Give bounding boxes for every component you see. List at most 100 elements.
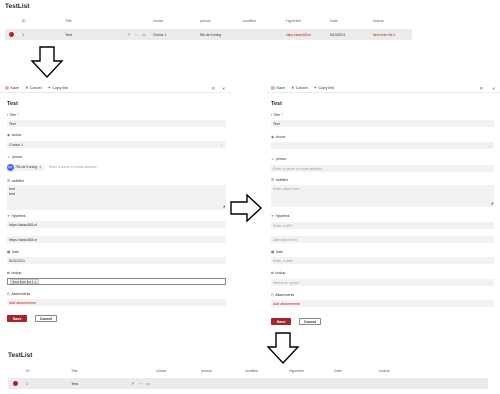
share-icon[interactable]: ↗ xyxy=(127,32,130,37)
field-label-choice: ◉ choice xyxy=(7,133,22,137)
cancel-command[interactable]: ✕ Cancel xyxy=(25,85,42,90)
share-icon[interactable]: ↗ xyxy=(131,381,134,386)
hyperlink-url-field[interactable]: https://akso365.nl xyxy=(7,221,226,228)
col-id[interactable]: ID xyxy=(22,19,26,23)
open-icon[interactable]: ⇱ xyxy=(212,86,215,91)
more-icon[interactable]: ⋯ xyxy=(135,32,139,37)
avatar: RK xyxy=(7,164,14,171)
table-row[interactable]: 1 Test ↗ ⋯ ▭ xyxy=(8,378,488,389)
multiline-icon: ☰ xyxy=(7,179,11,183)
row-selected-check-icon[interactable] xyxy=(9,32,14,37)
field-label-choice: ◉ choice xyxy=(271,135,286,139)
row-title[interactable]: Test xyxy=(71,382,78,386)
title-field[interactable]: Test xyxy=(7,120,226,127)
arrow-down-icon xyxy=(266,332,300,365)
lookup-tag[interactable]: Item from list 1 ✕ xyxy=(10,279,40,284)
col-title[interactable]: Title xyxy=(65,19,72,23)
col-choice[interactable]: choice xyxy=(153,19,163,23)
more-icon[interactable]: ⋯ xyxy=(139,381,143,386)
list-title: TestList xyxy=(5,3,30,10)
comment-icon[interactable]: ▭ xyxy=(146,381,150,386)
col-person[interactable]: person xyxy=(200,19,211,23)
col-person[interactable]: person xyxy=(201,369,212,373)
col-hyperlink[interactable]: Hyperlink xyxy=(289,369,304,373)
close-panel-icon[interactable]: ✕ xyxy=(222,86,225,91)
resize-handle-icon[interactable]: ◢ xyxy=(491,201,493,205)
list-header: ID Title choice person multiline Hyperli… xyxy=(5,15,412,26)
text-field-icon: Ⅰ xyxy=(271,113,273,117)
multiline-field[interactable]: Enter value here ◢ xyxy=(271,185,494,207)
add-attachments-field[interactable]: Add attachments xyxy=(271,300,494,307)
row-title[interactable]: Test xyxy=(65,33,72,37)
field-label-attachments: ⎘ Attachments xyxy=(7,292,31,296)
col-date[interactable]: Date xyxy=(334,369,342,373)
close-icon: ✕ xyxy=(290,85,295,90)
hyperlink-alt-field[interactable]: https://akso365.nl xyxy=(7,236,226,243)
col-id[interactable]: ID xyxy=(26,369,30,373)
row-choice: Choice 1 xyxy=(153,32,167,37)
hyperlink-url-field[interactable]: Enter a URL xyxy=(271,222,494,229)
row-person[interactable]: Rik de Koning xyxy=(200,33,221,37)
row-lookup[interactable]: Item from list 1 xyxy=(373,33,395,37)
form-heading: Test xyxy=(7,101,18,107)
person-icon: ☺ xyxy=(7,155,11,159)
field-label-date: ▦ Date xyxy=(7,250,19,254)
field-label-lookup: ⇄ lookup xyxy=(271,271,286,275)
col-lookup[interactable]: lookup xyxy=(379,369,390,373)
field-label-multiline: ☰ multiline xyxy=(7,179,25,183)
choice-dropdown[interactable]: Choice 1 ⌄ xyxy=(7,141,226,148)
command-bar: ▤ Save ✕ Cancel ⚭ Copy link ⇱ ✕ xyxy=(266,83,500,93)
choice-icon: ◉ xyxy=(271,135,275,139)
col-lookup[interactable]: lookup xyxy=(373,19,384,23)
col-title[interactable]: Title xyxy=(71,369,78,373)
person-picker[interactable]: RK Rik de Koning ✕ Enter a name or email… xyxy=(7,164,97,171)
person-icon: ☺ xyxy=(271,157,275,161)
field-label-hyperlink: ⚭ Hyperlink xyxy=(7,214,26,218)
add-attachments-field[interactable]: Add attachments xyxy=(7,299,226,306)
copy-link-command[interactable]: ⚭ Copy link xyxy=(314,85,334,90)
field-label-person: ☺ person xyxy=(271,157,287,161)
col-choice[interactable]: choice xyxy=(156,369,166,373)
person-input[interactable]: Enter a name or email address xyxy=(271,165,494,172)
field-label-person: ☺ person xyxy=(7,155,23,159)
save-button[interactable]: Save xyxy=(271,318,291,325)
title-field[interactable]: Test xyxy=(271,120,494,127)
date-field[interactable]: 5/10/2021 xyxy=(7,257,226,264)
field-label-attachments: ⎘ Attachments xyxy=(271,293,295,297)
close-panel-icon[interactable]: ✕ xyxy=(492,86,495,91)
col-date[interactable]: Date xyxy=(330,19,338,23)
person-pill[interactable]: RK Rik de Koning ✕ xyxy=(7,164,45,171)
link-icon: ⚭ xyxy=(7,214,10,218)
multiline-field[interactable]: test test ◢ xyxy=(7,185,226,210)
hyperlink-alt-field[interactable]: Alternative text xyxy=(271,236,494,243)
lookup-field[interactable]: Item from list 1 ✕ xyxy=(7,278,226,285)
cancel-button[interactable]: Cancel xyxy=(35,315,57,322)
person-input[interactable]: Enter a name or email address xyxy=(49,165,97,169)
list-title: TestList xyxy=(8,352,33,359)
save-command[interactable]: ▤ Save xyxy=(5,85,19,90)
date-field[interactable]: Enter a date xyxy=(271,257,494,264)
col-hyperlink[interactable]: Hyperlink xyxy=(286,19,301,23)
choice-dropdown[interactable]: ⌄ xyxy=(271,142,494,149)
arrow-right-icon xyxy=(230,193,263,223)
row-selected-check-icon[interactable] xyxy=(13,381,18,386)
lookup-dropdown[interactable]: Select an option ⌄ xyxy=(271,279,494,286)
cancel-button[interactable]: Cancel xyxy=(299,318,321,325)
col-multiline[interactable]: multiline xyxy=(243,19,256,23)
resize-handle-icon[interactable]: ◢ xyxy=(223,204,225,209)
open-icon[interactable]: ⇱ xyxy=(480,86,483,91)
comment-icon[interactable]: ▭ xyxy=(142,32,146,37)
table-row[interactable]: 1 Test ↗ ⋯ ▭ Choice 1 Rik de Koning http… xyxy=(5,29,412,40)
save-button[interactable]: Save xyxy=(7,315,27,322)
remove-icon[interactable]: ✕ xyxy=(39,165,42,169)
cancel-command[interactable]: ✕ Cancel xyxy=(291,85,308,90)
copy-link-command[interactable]: ⚭ Copy link xyxy=(48,85,68,90)
row-id: 1 xyxy=(26,381,29,386)
save-command[interactable]: ▤ Save xyxy=(271,85,285,90)
row-hyperlink[interactable]: https://akso365.nl xyxy=(286,33,311,37)
form-heading: Test xyxy=(271,101,282,107)
row-date: 5/10/2021 xyxy=(330,32,346,37)
col-multiline[interactable]: multiline xyxy=(245,369,258,373)
save-icon: ▤ xyxy=(5,85,9,90)
field-label-title: Ⅰ Title * xyxy=(7,113,19,117)
